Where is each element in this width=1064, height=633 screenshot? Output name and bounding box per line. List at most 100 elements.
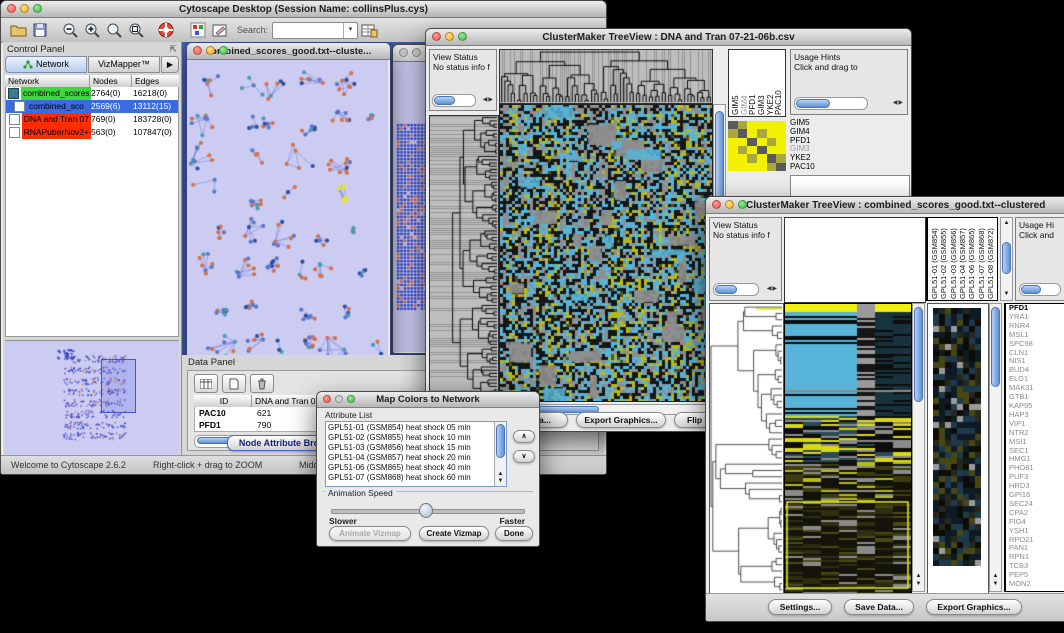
scroll-up-arrow-icon[interactable]: ▲ [990, 573, 1001, 580]
zoom-selected-icon[interactable] [125, 20, 147, 40]
close-button[interactable] [193, 46, 202, 55]
vizmapper-icon[interactable] [187, 20, 209, 40]
attribute-select-button[interactable] [194, 374, 218, 393]
minimize-button[interactable] [412, 48, 421, 57]
search-input[interactable]: ▾ [272, 22, 358, 39]
matrix-cell [757, 138, 767, 146]
scroll-up-arrow-icon[interactable]: ▲ [913, 573, 924, 580]
annotation-icon[interactable] [209, 20, 231, 40]
minimize-button[interactable] [20, 4, 29, 13]
minimize-button[interactable] [725, 200, 734, 209]
tab-network[interactable]: Network [5, 56, 87, 73]
attribute-list-item[interactable]: GPL51-01 (GSM854) heat shock 05 min [326, 423, 494, 433]
birdseye-view[interactable] [5, 340, 179, 455]
network-window-titlebar[interactable]: combined_scores_good.txt--cluste... [187, 43, 390, 60]
minimize-button[interactable] [206, 46, 215, 55]
treeview2-vertical-scrollbar[interactable]: ▲ ▼ [912, 303, 925, 592]
save-session-icon[interactable] [29, 20, 51, 40]
scroll-arrows-icon[interactable]: ◀▶ [893, 98, 904, 108]
open-session-icon[interactable] [7, 20, 29, 40]
zoom-button[interactable] [219, 46, 228, 55]
treeview1-column-dendrogram[interactable] [499, 49, 713, 104]
search-dropdown-arrow-icon[interactable]: ▾ [343, 23, 357, 38]
treeview2-button-bar: Settings... Save Data... Export Graphics… [706, 593, 1064, 621]
scroll-down-arrow-icon[interactable]: ▼ [1001, 291, 1012, 298]
zoom-out-icon[interactable] [59, 20, 81, 40]
matrix-cell [776, 121, 786, 129]
network-view-canvas[interactable] [187, 60, 388, 355]
zoom-button[interactable] [33, 4, 42, 13]
network-view-window[interactable]: combined_scores_good.txt--cluste... ◢ [186, 42, 391, 355]
close-button[interactable] [432, 32, 441, 41]
attribute-list-item[interactable]: GPL51-03 (GSM856) heat shock 15 min [326, 443, 494, 453]
attribute-list-item[interactable]: GPL51-04 (GSM857) heat shock 20 min [326, 453, 494, 463]
animate-vizmap-button[interactable]: Animate Vizmap [329, 526, 411, 541]
treeview2-summary-panel[interactable] [927, 303, 989, 594]
save-data-button[interactable]: Save Data... [844, 599, 914, 615]
treeview2-gene-list[interactable]: PFD1YRA1RNR4MSL1SPC98CLN1NIS1BUD4ELG1MAK… [1004, 303, 1064, 592]
move-down-button[interactable]: ∨ [513, 450, 535, 463]
table-import-icon[interactable] [358, 20, 380, 40]
done-button[interactable]: Done [495, 526, 533, 541]
scroll-arrows-icon[interactable]: ◀▶ [483, 95, 494, 105]
scroll-up-arrow-icon[interactable]: ▲ [1001, 220, 1012, 227]
treeview1-row-dendrogram[interactable] [429, 115, 499, 402]
status-welcome: Welcome to Cytoscape 2.6.2 [11, 460, 126, 470]
view-status-scrollbar[interactable] [432, 94, 476, 107]
zoom-button[interactable] [458, 32, 467, 41]
tab-vizmapper[interactable]: VizMapper™ [88, 56, 160, 73]
treeview1-similarity-matrix[interactable] [728, 121, 786, 171]
attribute-list-item[interactable]: GPL51-07 (GSM868) heat shock 60 min [326, 473, 494, 483]
usage-hints-scrollbar[interactable] [1019, 283, 1061, 296]
close-button[interactable] [7, 4, 16, 13]
settings-button[interactable]: Settings... [768, 599, 832, 615]
delete-attribute-button[interactable] [250, 374, 274, 393]
matrix-cell [738, 154, 748, 162]
create-vizmap-button[interactable]: Create Vizmap [419, 526, 489, 541]
zoom-fit-icon[interactable] [103, 20, 125, 40]
dialog-titlebar[interactable]: Map Colors to Network [317, 392, 539, 408]
network-row[interactable]: combined_scores2764(0)16218(0) [6, 87, 178, 100]
gene-list-item[interactable]: MON2 [1006, 580, 1064, 589]
treeview2-column-scrollbar[interactable]: ▲ ▼ [1000, 217, 1013, 301]
minimize-button[interactable] [445, 32, 454, 41]
scroll-down-arrow-icon[interactable]: ▼ [495, 478, 506, 485]
tab-overflow-arrow[interactable]: ▶ [161, 56, 179, 73]
network-row[interactable]: RNAPuberNov2+563(0)107847(0) [6, 126, 178, 139]
zoom-button[interactable] [347, 395, 355, 403]
treeview2-titlebar[interactable]: ClusterMaker TreeView : combined_scores_… [706, 197, 1064, 214]
network-tree-table[interactable]: combined_scores2764(0)16218(0)combined_s… [5, 87, 179, 337]
network-row[interactable]: combined_sco2569(6)13112(15) [6, 100, 178, 113]
zoom-button[interactable] [738, 200, 747, 209]
move-up-button[interactable]: ∧ [513, 430, 535, 443]
treeview2-column-dendrogram-area[interactable] [784, 217, 926, 303]
new-attribute-button[interactable] [222, 374, 246, 393]
scroll-arrows-icon[interactable]: ◀▶ [767, 284, 778, 294]
treeview2-heatmap[interactable] [784, 303, 912, 594]
view-status-scrollbar[interactable] [713, 283, 759, 296]
float-panel-icon[interactable]: ⇱ [169, 44, 177, 55]
scroll-up-arrow-icon[interactable]: ▲ [495, 471, 506, 478]
export-graphics-button[interactable]: Export Graphics... [926, 599, 1022, 615]
treeview2-summary-scrollbar[interactable]: ▲ ▼ [989, 303, 1002, 592]
attribute-list-item[interactable]: GPL51-02 (GSM855) heat shock 10 min [326, 433, 494, 443]
treeview2-row-dendrogram[interactable] [709, 303, 784, 594]
scroll-down-arrow-icon[interactable]: ▼ [913, 581, 924, 588]
close-button[interactable] [399, 48, 408, 57]
network-row[interactable]: DNA and Tran 07769(0)183728(0) [6, 113, 178, 126]
scroll-down-arrow-icon[interactable]: ▼ [990, 581, 1001, 588]
treeview1-titlebar[interactable]: ClusterMaker TreeView : DNA and Tran 07-… [426, 29, 911, 46]
export-graphics-button[interactable]: Export Graphics... [576, 412, 666, 428]
zoom-in-icon[interactable] [81, 20, 103, 40]
birdseye-viewport-rect[interactable] [101, 359, 136, 413]
close-button[interactable] [712, 200, 721, 209]
main-titlebar[interactable]: Cytoscape Desktop (Session Name: collins… [1, 1, 606, 18]
attribute-list-item[interactable]: GPL51-06 (GSM865) heat shock 40 min [326, 463, 494, 473]
help-lifering-icon[interactable] [155, 20, 177, 40]
usage-hints-scrollbar[interactable] [794, 97, 868, 110]
treeview1-heatmap[interactable] [499, 104, 713, 402]
close-button[interactable] [323, 395, 331, 403]
animation-speed-slider-thumb[interactable] [419, 503, 433, 518]
minimize-button[interactable] [335, 395, 343, 403]
attribute-list[interactable]: GPL51-01 (GSM854) heat shock 05 minGPL51… [325, 421, 507, 487]
